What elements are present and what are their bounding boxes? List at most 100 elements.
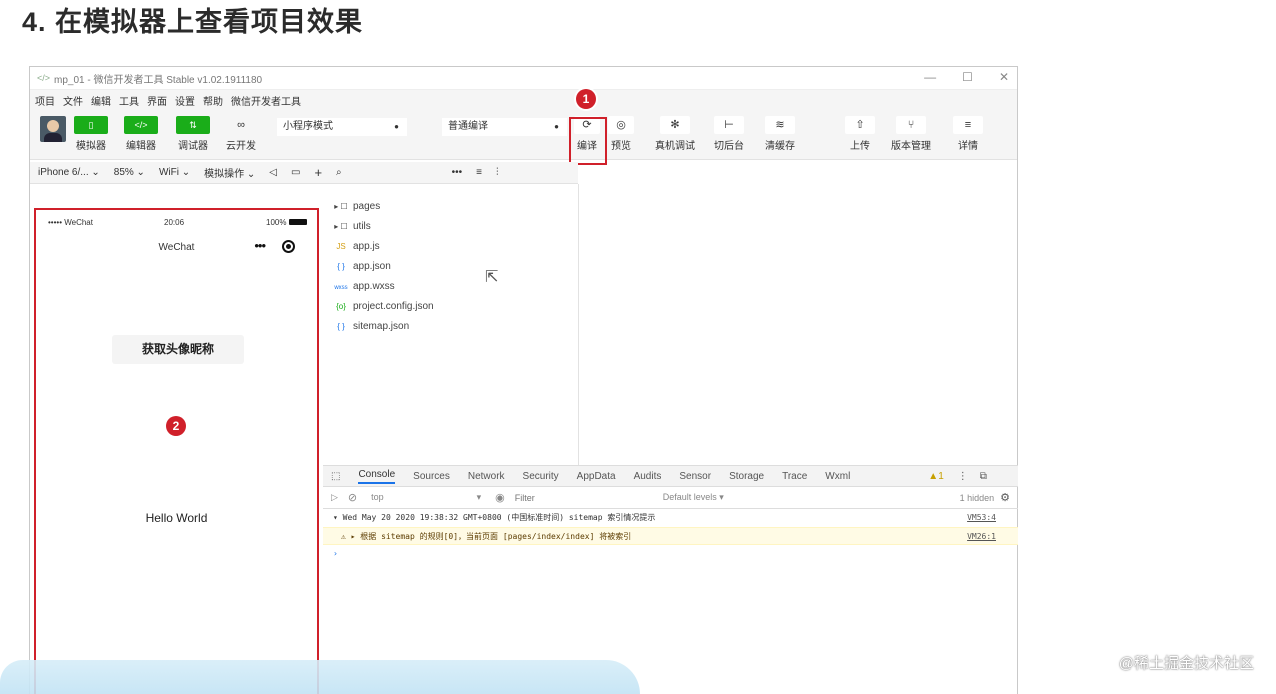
inspect-icon[interactable]: ⬚ (331, 471, 340, 482)
folder-icon: ▸ ☐ (334, 202, 348, 211)
file-tree: ▸ ☐ pages ▸ ☐ utils JS app.js { } app.json w… (323, 184, 579, 465)
version-button[interactable]: ⑂ 版本管理 (891, 116, 931, 152)
file-app-json[interactable]: { } app.json (333, 261, 391, 272)
close-capsule-icon[interactable] (282, 240, 295, 253)
app-icon: </> (37, 73, 51, 83)
code-icon: </> (124, 116, 158, 134)
json-file-icon: { } (337, 262, 345, 271)
log-levels-select[interactable]: Default levels ▾ (663, 492, 724, 503)
sim-ops-select[interactable]: 模拟操作 ⌄ (204, 165, 255, 180)
json-file-icon: { } (337, 322, 345, 331)
detail-button[interactable]: ≡ 详情 (953, 116, 983, 152)
file-app-wxss[interactable]: wxss app.wxss (333, 281, 394, 292)
kebab-icon[interactable]: ⋮ (958, 471, 968, 482)
background-button[interactable]: ⊢ 切后台 (714, 116, 744, 152)
menu-item-devtools[interactable]: 微信开发者工具 (231, 93, 301, 108)
split-icon[interactable]: ⫶ (496, 167, 499, 178)
eye-icon: ◎ (608, 116, 634, 134)
menu-item-settings[interactable]: 设置 (175, 93, 195, 108)
search-icon[interactable]: ⌕ (336, 167, 342, 178)
console-warning[interactable]: ⚠ ▸ 根据 sitemap 的规则[0]，当前页面 [pages/index/… (323, 527, 1018, 545)
status-time: 20:06 (164, 218, 185, 227)
tab-security[interactable]: Security (523, 471, 559, 482)
main-toolbar: ▯ 模拟器 </> 编辑器 ⇅ 调试器 ∞ 云开发 小程序模式 ● 普通编译 ● (30, 110, 1017, 160)
clear-console-icon[interactable]: ⊘ (348, 491, 357, 504)
menu-item-project[interactable]: 项目 (35, 93, 55, 108)
nav-title: WeChat (158, 242, 195, 253)
menu-item-tools[interactable]: 工具 (119, 93, 139, 108)
compile-highlight (569, 117, 607, 165)
window-icon[interactable]: ▭ (291, 167, 300, 178)
maximize-icon[interactable]: ☐ (962, 70, 973, 84)
tab-trace[interactable]: Trace (782, 471, 807, 482)
tab-console[interactable]: Console (358, 469, 396, 484)
title-bar: </> mp_01 - 微信开发者工具 Stable v1.02.1911180… (30, 67, 1017, 90)
tab-audits[interactable]: Audits (634, 471, 662, 482)
menu-item-edit[interactable]: 编辑 (91, 93, 111, 108)
editor-button[interactable]: </> 编辑器 (124, 116, 158, 152)
layers-icon: ≋ (765, 116, 795, 134)
undock-icon[interactable]: ⧉ (980, 471, 987, 482)
mouse-cursor-icon: ⇱ (485, 269, 499, 286)
phone-icon: ▯ (74, 116, 108, 134)
network-select[interactable]: WiFi ⌄ (159, 167, 190, 178)
log-source-link[interactable]: VM26:1 (967, 528, 996, 546)
tab-network[interactable]: Network (468, 471, 505, 482)
zoom-select[interactable]: 85% ⌄ (114, 167, 145, 178)
warning-count[interactable]: ▲1 (928, 471, 943, 482)
console-filter-bar: ▷ ⊘ top▾ ◉ Default levels ▾ 1 hidden ⚙ (323, 487, 1018, 509)
mode-select[interactable]: 小程序模式 ● (277, 118, 407, 136)
menu-icon: ≡ (953, 116, 983, 134)
minimize-icon[interactable]: — (924, 70, 936, 84)
close-icon[interactable]: ✕ (999, 70, 1009, 84)
folder-utils[interactable]: ▸ ☐ utils (333, 221, 371, 232)
preview-button[interactable]: ◎ 预览 (608, 116, 634, 152)
console-log-group[interactable]: ▾ Wed May 20 2020 19:38:32 GMT+0800 (中国标… (323, 509, 1018, 527)
bug-icon: ✻ (660, 116, 690, 134)
sidebar-toggle-icon[interactable]: ▷ (331, 492, 338, 503)
upload-button[interactable]: ⇧ 上传 (845, 116, 875, 152)
branch-icon: ⑂ (896, 116, 926, 134)
simulator-button[interactable]: ▯ 模拟器 (74, 116, 108, 152)
devtools-tabs: ⬚ Console Sources Network Security AppDa… (323, 466, 1018, 487)
device-select[interactable]: iPhone 6/... ⌄ (38, 167, 100, 178)
file-sitemap-json[interactable]: { } sitemap.json (333, 321, 409, 332)
gear-icon[interactable]: ⚙ (1000, 491, 1010, 504)
tab-storage[interactable]: Storage (729, 471, 764, 482)
clear-cache-button[interactable]: ≋ 清缓存 (765, 116, 795, 152)
more-dots-icon[interactable]: ••• (254, 238, 266, 253)
cloud-dev-button[interactable]: ∞ 云开发 (226, 116, 256, 152)
decorative-cloud (0, 660, 640, 694)
file-app-js[interactable]: JS app.js (333, 241, 379, 252)
hello-world-text: Hello World (145, 511, 208, 525)
menu-item-view[interactable]: 界面 (147, 93, 167, 108)
remote-debug-button[interactable]: ✻ 真机调试 (655, 116, 695, 152)
debugger-button[interactable]: ⇅ 调试器 (176, 116, 210, 152)
log-source-link[interactable]: VM53:4 (967, 509, 996, 527)
folder-icon: ▸ ☐ (334, 222, 348, 231)
add-icon[interactable]: + (314, 165, 322, 180)
slide: 4. 在模拟器上查看项目效果 </> mp_01 - 微信开发者工具 Stabl… (0, 0, 1276, 694)
js-file-icon: JS (336, 242, 346, 251)
compile-mode-select[interactable]: 普通编译 ● (442, 118, 567, 136)
console-prompt[interactable]: › (323, 545, 1018, 563)
volume-icon[interactable]: ◁ (269, 167, 277, 178)
caret-icon: ● (394, 122, 399, 131)
tab-sensor[interactable]: Sensor (679, 471, 711, 482)
window-controls: — ☐ ✕ (924, 70, 1009, 84)
config-file-icon: {o} (336, 302, 346, 311)
tab-wxml[interactable]: Wxml (825, 471, 850, 482)
outline-icon[interactable]: ≡ (476, 167, 482, 178)
tab-appdata[interactable]: AppData (577, 471, 616, 482)
get-avatar-button[interactable]: 获取头像昵称 (112, 335, 244, 364)
avatar[interactable] (40, 116, 66, 142)
menu-item-help[interactable]: 帮助 (203, 93, 223, 108)
menu-item-file[interactable]: 文件 (63, 93, 83, 108)
folder-pages[interactable]: ▸ ☐ pages (333, 201, 380, 212)
file-project-config[interactable]: {o} project.config.json (333, 301, 434, 312)
eye-icon[interactable]: ◉ (495, 491, 505, 504)
context-select[interactable]: top ▾ (371, 492, 481, 503)
more-icon[interactable]: ••• (452, 167, 463, 178)
tab-sources[interactable]: Sources (413, 471, 450, 482)
console-filter-input[interactable] (514, 489, 655, 506)
